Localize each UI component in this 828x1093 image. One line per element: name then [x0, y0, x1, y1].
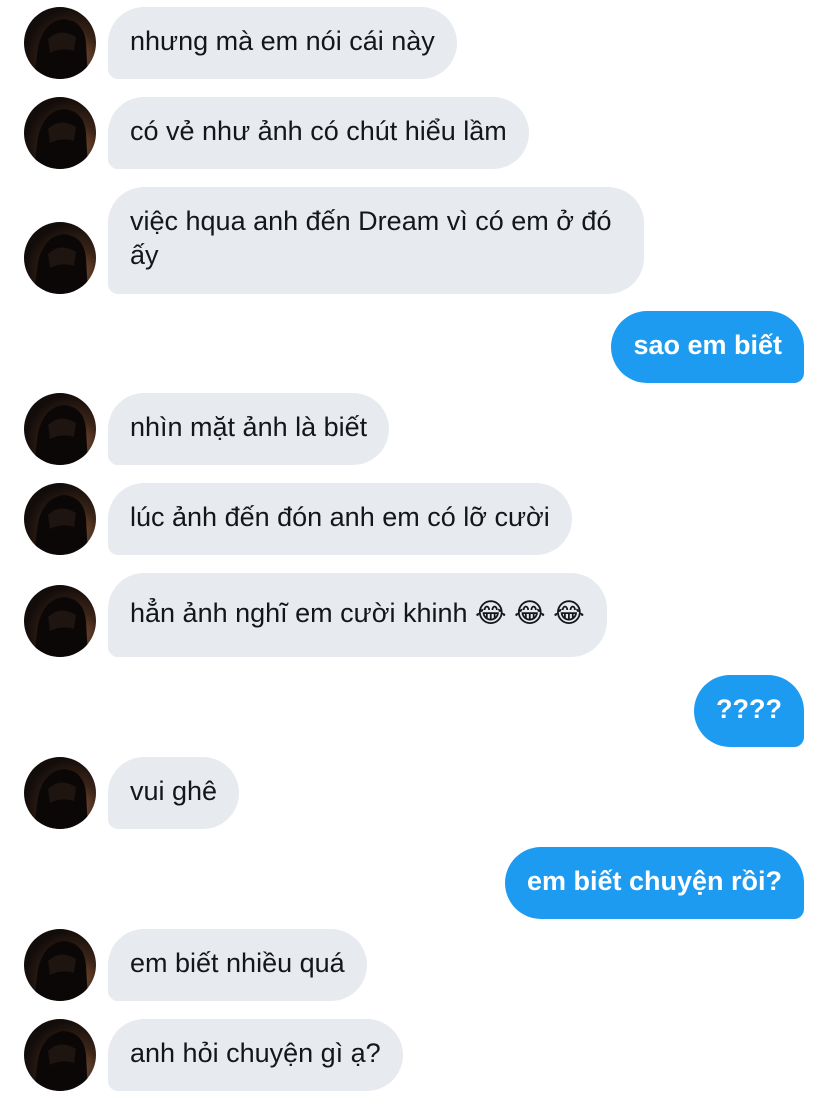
message-bubble-outgoing: ????	[694, 675, 804, 747]
contact-avatar[interactable]	[24, 222, 96, 294]
message-bubble-incoming: vui ghê	[108, 757, 240, 829]
contact-avatar[interactable]	[24, 929, 96, 1001]
message-bubble-incoming: nhìn mặt ảnh là biết	[108, 393, 390, 465]
contact-avatar[interactable]	[24, 7, 96, 79]
message-bubble-incoming: hẳn ảnh nghĩ em cười khinh 😂 😂 😂	[108, 573, 607, 657]
message-bubble-outgoing: sao em biết	[611, 311, 804, 383]
message-bubble-incoming: nhưng mà em nói cái này	[108, 7, 457, 79]
message-bubble-incoming: có vẻ như ảnh có chút hiểu lầm	[108, 97, 529, 169]
contact-avatar[interactable]	[24, 483, 96, 555]
message-bubble-incoming: việc hqua anh đến Dream vì có em ở đó ấy	[108, 187, 644, 294]
contact-avatar[interactable]	[24, 393, 96, 465]
message-bubble-outgoing: em biết chuyện rồi?	[504, 847, 804, 919]
contact-avatar[interactable]	[24, 585, 96, 657]
message-bubble-incoming: anh hỏi chuyện gì ạ?	[108, 1019, 403, 1091]
contact-avatar[interactable]	[24, 97, 96, 169]
message-bubble-incoming: lúc ảnh đến đón anh em có lỡ cười	[108, 483, 572, 555]
contact-avatar[interactable]	[24, 757, 96, 829]
contact-avatar[interactable]	[24, 1019, 96, 1091]
message-bubble-incoming: em biết nhiều quá	[108, 929, 367, 1001]
